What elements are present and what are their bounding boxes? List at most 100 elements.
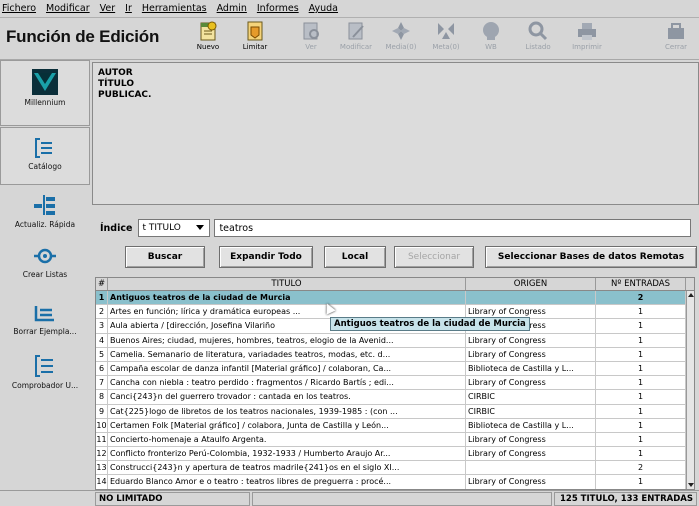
row-entries-cell: 1 [596,418,686,432]
media-icon [392,22,410,40]
meta-button[interactable]: Meta(0) [423,20,469,58]
row-title-cell: Construcci{243}n y apertura de teatros m… [108,461,466,475]
row-title-cell: Concierto-homenaje a Ataulfo Argenta. [108,432,466,447]
row-origin-cell: Biblioteca de Castilla y L... [466,361,596,376]
menu-admin[interactable]: Admin [217,3,247,14]
col-title-header[interactable]: TITULO [108,278,466,290]
results-table: # TITULO ORIGEN Nº ENTRADAS 1 Antiguos te… [95,277,695,490]
toolbar: Función de Edición Nuevo Limitar Ver Mod… [0,18,699,60]
menu-herramientas[interactable]: Herramientas [142,3,207,14]
table-row[interactable]: 7 Cancha con niebla : teatro perdido : fr… [96,376,694,391]
menu-ayuda[interactable]: Ayuda [309,3,338,14]
row-num-cell: 2 [96,305,108,319]
comprobador-label: Comprobador U... [11,381,79,390]
media-button[interactable]: Media(0) [378,20,424,58]
row-origin-cell: Library of Congress [466,333,596,347]
crear-listas-label: Crear Listas [22,270,68,279]
scroll-up-icon[interactable] [688,293,694,297]
row-num-cell: 13 [96,461,108,475]
menu-bar: Fichero Modificar Ver Ir Herramientas Ad… [0,0,699,18]
local-button[interactable]: Local [324,246,386,268]
status-count: 125 TITULO, 133 ENTRADAS [554,492,697,506]
col-entries-header[interactable]: Nº ENTRADAS [596,278,686,290]
row-entries-cell: 2 [596,461,686,475]
sidebar-item-actualiz[interactable]: Actualiz. Rápida [0,190,90,238]
row-num-cell: 1 [96,291,108,305]
table-row[interactable]: 10 Certamen Folk [Material gráfico] / col… [96,418,694,433]
table-row[interactable]: 1 Antiguos teatros de la ciudad de Murcia… [96,291,694,306]
table-row[interactable]: 5 Camelia. Semanario de literatura, varia… [96,347,694,362]
table-row[interactable]: 11 Concierto-homenaje a Ataulfo Argenta. L… [96,432,694,448]
imprimir-button[interactable]: Imprimir [564,20,610,58]
modificar-label: Modificar [339,43,373,51]
scroll-down-icon[interactable] [688,483,694,487]
row-origin-cell [466,461,596,475]
col-origin-header[interactable]: ORIGEN [466,278,596,290]
listado-label: Listado [525,43,551,51]
row-origin-cell: Library of Congress [466,376,596,390]
sidebar-item-catalogo[interactable]: Catálogo [0,127,90,185]
table-row[interactable]: 4 Buenos Aires; ciudad, mujeres, hombres,… [96,333,694,348]
menu-modificar[interactable]: Modificar [46,3,90,14]
table-row[interactable]: 12 Conflicto fronterizo Perú-Colombia, 19… [96,447,694,462]
wb-button[interactable]: WB [468,20,514,58]
menu-informes[interactable]: Informes [257,3,299,14]
sidebar: Millennium Catálogo Actualiz. Rápida Cre… [0,60,90,506]
row-entries-cell: 1 [596,404,686,418]
meta-label: Meta(0) [432,43,460,51]
status-limit: NO LIMITADO [95,492,250,506]
status-bar: NO LIMITADO 125 TITULO, 133 ENTRADAS [0,490,699,506]
publication-field-label: PUBLICAC. [98,90,152,100]
listado-button[interactable]: Listado [515,20,561,58]
row-num-cell: 5 [96,347,108,361]
media-label: Media(0) [385,43,417,51]
sidebar-item-millennium[interactable]: Millennium [0,60,90,126]
remote-databases-button[interactable]: Seleccionar Bases de datos Remotas [485,246,697,268]
title-field-label: TÍTULO [98,79,134,89]
row-title-cell: Eduardo Blanco Amor e o teatro : teatros… [108,475,466,489]
row-title-cell: Antiguos teatros de la ciudad de Murcia [108,291,466,305]
row-title-cell: Conflicto fronterizo Perú-Colombia, 1932… [108,447,466,461]
menu-fichero[interactable]: Fichero [2,3,36,14]
ver-button[interactable]: Ver [288,20,334,58]
row-title-cell: Canci{243}n del guerrero trovador : cant… [108,390,466,404]
new-record-icon [200,21,217,41]
sidebar-item-crear-listas[interactable]: Crear Listas [0,243,90,289]
vertical-scrollbar[interactable] [686,291,694,489]
table-row[interactable]: 14 Eduardo Blanco Amor e o teatro : teatr… [96,475,694,489]
seleccionar-button[interactable]: Seleccionar [394,246,474,268]
search-input[interactable]: teatros [214,219,692,237]
buscar-button[interactable]: Buscar [125,246,205,268]
col-num-header[interactable]: # [96,278,108,290]
row-title-cell: Certamen Folk [Material gráfico] / colab… [108,418,466,432]
row-title-cell: Cancha con niebla : teatro perdido : fra… [108,376,466,390]
expandir-todo-button[interactable]: Expandir Todo [219,246,313,268]
menu-ver[interactable]: Ver [100,3,116,14]
row-num-cell: 3 [96,319,108,333]
index-select[interactable]: t TITULO [138,219,211,237]
row-origin-cell: Library of Congress [466,447,596,461]
status-middle [252,492,552,506]
row-entries-cell: 1 [596,432,686,447]
table-row[interactable]: 9 Cat{225}logo de libretos de los teatros… [96,404,694,419]
table-row[interactable]: 6 Campaña escolar de danza infantil [Mate… [96,361,694,377]
row-title-cell: Camelia. Semanario de literatura, variad… [108,347,466,361]
sidebar-item-comprobador[interactable]: Comprobador U... [0,352,90,402]
actualiz-label: Actualiz. Rápida [14,220,76,229]
app-title: Función de Edición [6,27,160,46]
nuevo-button[interactable]: Nuevo [185,20,231,58]
row-num-cell: 11 [96,432,108,447]
row-num-cell: 14 [96,475,108,489]
limitar-button[interactable]: Limitar [232,20,278,58]
modificar-button[interactable]: Modificar [333,20,379,58]
row-entries-cell: 1 [596,319,686,333]
menu-ir[interactable]: Ir [125,3,132,14]
sidebar-item-borrar[interactable]: Borrar Ejempla... [0,300,90,348]
close-icon [668,23,684,39]
checker-icon [35,355,53,377]
table-row[interactable]: 13 Construcci{243}n y apertura de teatros… [96,461,694,476]
cerrar-button[interactable]: Cerrar [653,20,699,58]
limitar-label: Limitar [242,43,268,51]
magnifier-icon [528,21,548,41]
table-row[interactable]: 8 Canci{243}n del guerrero trovador : can… [96,390,694,405]
